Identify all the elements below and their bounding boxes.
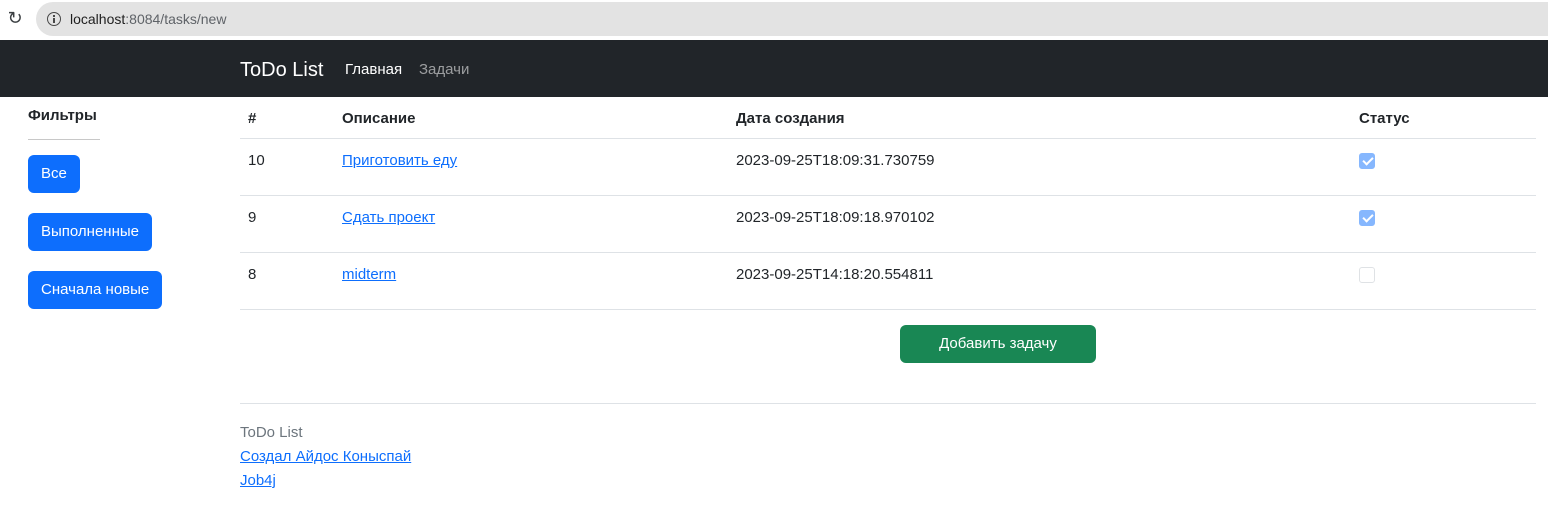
column-header-status: Статус [1351,97,1536,139]
column-header-description: Описание [334,97,728,139]
filter-completed-button[interactable]: Выполненные [28,213,152,251]
task-created: 2023-09-25T18:09:31.730759 [728,138,1351,196]
browser-toolbar: ↻ localhost:8084/tasks/new [0,0,1548,40]
footer-author-link[interactable]: Создал Айдос Коныспай [240,448,411,466]
footer-title: ToDo List [240,424,303,441]
table-row: 10 Приготовить еду 2023-09-25T18:09:31.7… [240,138,1536,196]
nav-link-tasks[interactable]: Задачи [419,61,469,79]
add-task-button[interactable]: Добавить задачу [900,325,1096,363]
filter-all-button[interactable]: Все [28,155,80,193]
footer-job4j-link[interactable]: Job4j [240,472,276,490]
table-row: 8 midterm 2023-09-25T14:18:20.554811 [240,252,1536,310]
column-header-number: # [240,97,334,139]
footer-divider [240,403,1536,404]
task-link[interactable]: Приготовить еду [342,152,457,169]
task-description-cell: Сдать проект [334,195,728,253]
filters-heading: Фильтры [28,107,100,140]
task-status-cell [1351,138,1536,196]
filter-newest-first-button[interactable]: Сначала новые [28,271,163,309]
status-checkbox[interactable] [1359,266,1375,283]
url-path: :8084/tasks/new [125,11,227,27]
navbar-brand[interactable]: ToDo List [240,58,323,82]
reload-icon[interactable]: ↻ [6,9,24,29]
table-row: 9 Сдать проект 2023-09-25T18:09:18.97010… [240,195,1536,253]
task-id: 10 [240,138,334,196]
url-host: localhost [70,11,126,27]
task-status-cell [1351,195,1536,253]
task-link[interactable]: midterm [342,266,396,283]
navbar: ToDo List Главная Задачи [0,40,1548,97]
task-link[interactable]: Сдать проект [342,209,435,226]
task-status-cell [1351,252,1536,310]
table-header-row: # Описание Дата создания Статус [240,97,1536,139]
task-description-cell: midterm [334,252,728,310]
info-icon[interactable] [47,12,61,26]
status-checkbox[interactable] [1359,152,1375,169]
task-created: 2023-09-25T14:18:20.554811 [728,252,1351,310]
column-header-created: Дата создания [728,97,1351,139]
nav-link-home[interactable]: Главная [345,61,402,79]
task-description-cell: Приготовить еду [334,138,728,196]
status-checkbox[interactable] [1359,209,1375,226]
task-id: 9 [240,195,334,253]
tasks-table: # Описание Дата создания Статус 10 Приго… [240,97,1536,310]
task-created: 2023-09-25T18:09:18.970102 [728,195,1351,253]
address-bar[interactable]: localhost:8084/tasks/new [36,2,1548,36]
task-id: 8 [240,252,334,310]
url-text[interactable]: localhost:8084/tasks/new [70,11,226,27]
